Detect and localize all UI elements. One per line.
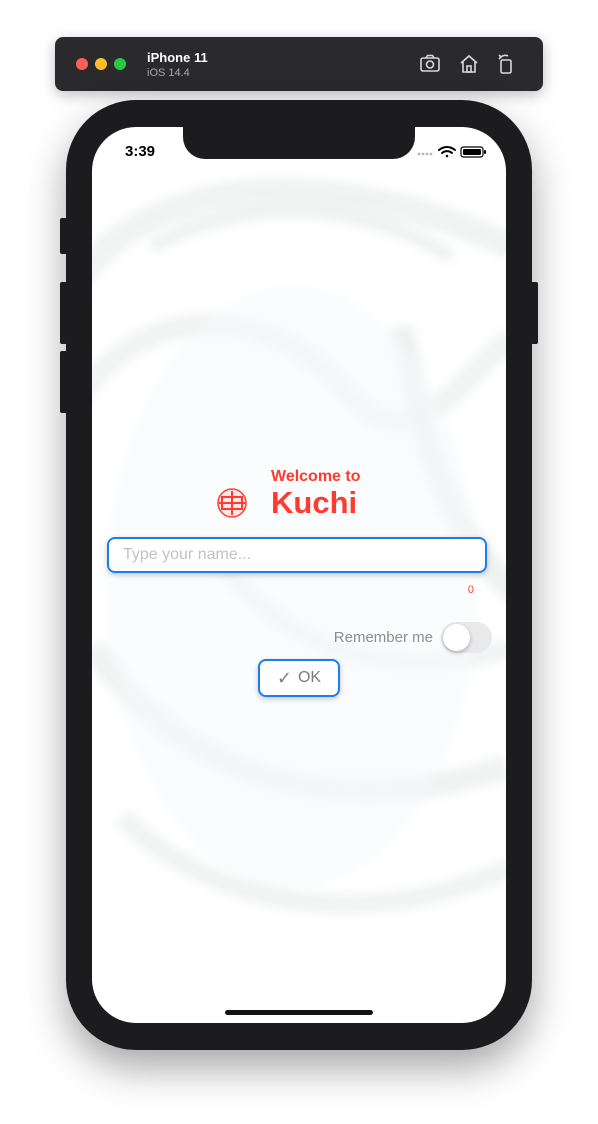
- mute-switch: [60, 218, 67, 254]
- home-indicator[interactable]: [225, 1010, 373, 1015]
- name-input[interactable]: [107, 537, 487, 573]
- simulator-toolbar: iPhone 11 iOS 14.4: [55, 37, 543, 91]
- app-screen: 3:39 Welcome to Kuchi Type your name... …: [92, 127, 506, 1023]
- notch: [183, 127, 415, 159]
- minimize-window-button[interactable]: [95, 58, 107, 70]
- kuchi-logo-icon: [217, 488, 247, 518]
- welcome-header: Welcome to Kuchi: [217, 468, 397, 532]
- device-name: iPhone 11: [147, 50, 208, 65]
- volume-up-button: [60, 282, 67, 344]
- background-illustration: [92, 178, 506, 915]
- character-count: 0: [467, 584, 474, 596]
- zoom-window-button[interactable]: [114, 58, 126, 70]
- toggle-knob: [443, 624, 470, 651]
- checkmark-icon: ✓: [276, 668, 292, 688]
- status-time: 3:39: [125, 143, 156, 160]
- wifi-icon: [438, 146, 456, 158]
- power-button: [531, 282, 538, 344]
- volume-down-button: [60, 351, 67, 413]
- battery-icon: [460, 146, 486, 158]
- ok-button-label: OK: [297, 669, 322, 686]
- os-version: iOS 14.4: [147, 67, 190, 79]
- close-window-button[interactable]: [76, 58, 88, 70]
- home-icon[interactable]: [457, 52, 481, 76]
- screenshot-icon[interactable]: [418, 52, 442, 76]
- simulator-stage: iPhone 11 iOS 14.4 3:39 Welcome to Kuchi…: [0, 0, 598, 1124]
- rotate-icon[interactable]: [494, 52, 518, 76]
- ok-button[interactable]: ✓ OK: [258, 659, 340, 697]
- remember-me-toggle[interactable]: [441, 622, 492, 653]
- app-title: Kuchi: [271, 485, 358, 520]
- welcome-subtitle: Welcome to: [271, 468, 361, 485]
- signal-icon: [417, 152, 433, 156]
- remember-me-label: Remember me: [333, 629, 433, 646]
- status-icons: [417, 146, 486, 158]
